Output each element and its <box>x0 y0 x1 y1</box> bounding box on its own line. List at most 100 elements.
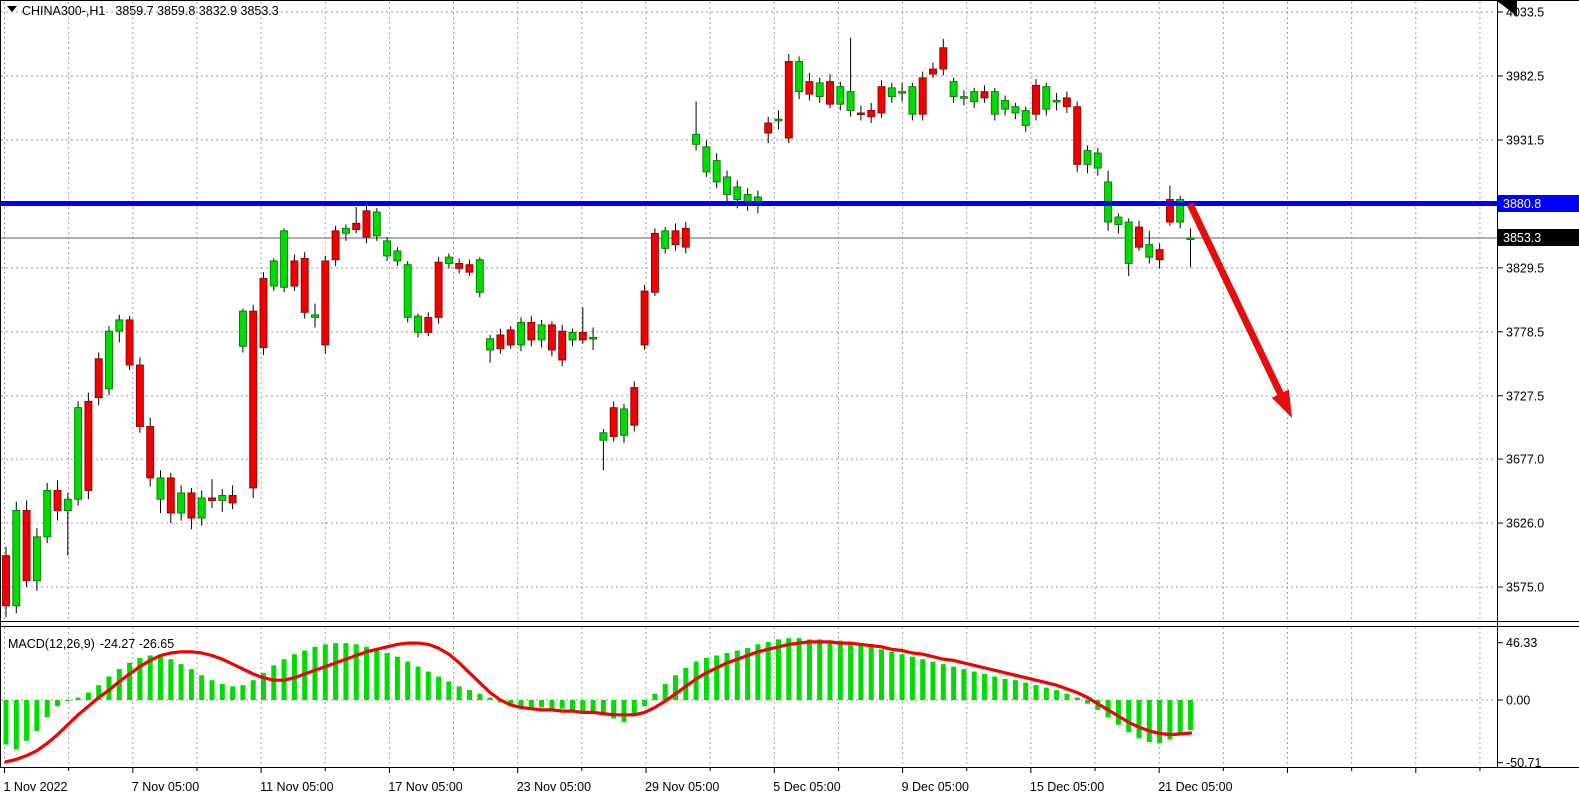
candle <box>1084 146 1091 174</box>
macd-histogram-bar <box>24 700 29 741</box>
macd-histogram-bar <box>457 686 462 700</box>
candle <box>662 227 669 253</box>
blue-price-badge: 3880.8 <box>1498 195 1579 212</box>
candle <box>1002 95 1009 115</box>
candle <box>548 321 555 356</box>
macd-histogram-bar <box>477 694 482 700</box>
macd-histogram-bar <box>807 639 812 700</box>
macd-histogram-bar <box>1013 680 1018 700</box>
candle <box>631 381 638 431</box>
candle <box>724 171 731 206</box>
price-tick-label: 3626.0 <box>1506 517 1544 531</box>
macd-histogram-bar <box>1034 685 1039 700</box>
candle <box>260 272 267 355</box>
price-axis[interactable]: 4033.53982.53931.53829.53778.53727.53677… <box>1497 6 1544 771</box>
candle <box>1053 93 1060 111</box>
arrow-object[interactable] <box>1190 204 1292 418</box>
macd-histogram-bar <box>189 669 194 700</box>
macd-histogram-bar <box>992 677 997 700</box>
candle <box>353 207 360 233</box>
candle <box>239 309 246 353</box>
macd-histogram-bar <box>539 700 544 707</box>
time-tick-label: 29 Nov 05:00 <box>645 780 719 794</box>
candle <box>75 401 82 505</box>
macd-histogram-bar <box>385 653 390 700</box>
candle <box>806 73 813 101</box>
candle <box>600 429 607 470</box>
macd-histogram-bar <box>405 662 410 700</box>
candle <box>991 88 998 121</box>
candle <box>301 252 308 318</box>
macd-histogram-bar <box>663 684 668 700</box>
macd-histogram-bar <box>869 647 874 700</box>
macd-histogram-bar <box>797 638 802 700</box>
macd-histogram-bar <box>343 643 348 700</box>
last-price-badge: 3853.3 <box>1498 229 1579 246</box>
macd-histogram-bar <box>838 641 843 700</box>
candle <box>909 83 916 121</box>
macd-histogram-bar <box>1126 700 1131 732</box>
candle <box>672 223 679 251</box>
macd-histogram-bar <box>1023 683 1028 700</box>
candle <box>1033 79 1040 120</box>
candle <box>1125 218 1132 276</box>
macd-indicator <box>4 638 1194 762</box>
candle <box>1177 196 1184 229</box>
candle <box>1136 221 1143 251</box>
macd-histogram-bar <box>354 644 359 700</box>
macd-histogram-bar <box>333 643 338 700</box>
candle <box>291 255 298 291</box>
price-tick-label: 3575.0 <box>1506 581 1544 595</box>
macd-label: MACD(12,26,9)-24.27 -26.65 <box>8 637 174 651</box>
symbol-period-label: CHINA300-,H1 <box>22 4 105 18</box>
macd-histogram-bar <box>1085 700 1090 704</box>
macd-histogram-bar <box>910 657 915 700</box>
candle <box>610 401 617 441</box>
time-tick-label: 21 Dec 05:00 <box>1158 780 1232 794</box>
price-tick-label: 3727.5 <box>1506 389 1544 403</box>
candle <box>713 153 720 188</box>
macd-histogram-bar <box>1157 700 1162 743</box>
macd-histogram-bar <box>76 698 81 700</box>
candle <box>1146 231 1153 264</box>
macd-histogram-bar <box>931 662 936 700</box>
price-tick-label: 3931.5 <box>1506 133 1544 147</box>
macd-histogram-bar <box>127 663 132 700</box>
horizontal-line-object[interactable] <box>0 201 1497 206</box>
trading-chart-window: 4033.53982.53931.53829.53778.53727.53677… <box>0 0 1579 803</box>
macd-name: MACD(12,26,9) <box>8 637 95 651</box>
chart-canvas[interactable]: 4033.53982.53931.53829.53778.53727.53677… <box>0 0 1579 803</box>
macd-histogram-bar <box>972 672 977 700</box>
macd-histogram-bar <box>220 684 225 700</box>
macd-histogram-bar <box>714 655 719 700</box>
macd-histogram-bar <box>529 700 534 707</box>
candle <box>95 352 102 405</box>
time-tick-label: 17 Nov 05:00 <box>388 780 462 794</box>
candle <box>621 404 628 443</box>
macd-histogram-bar <box>426 672 431 700</box>
candle <box>847 38 854 117</box>
candle <box>796 57 803 100</box>
macd-histogram-bar <box>900 654 905 700</box>
pane-splitter[interactable] <box>0 622 1579 627</box>
time-axis[interactable]: 1 Nov 20227 Nov 05:0011 Nov 05:0017 Nov … <box>4 767 1480 794</box>
candle <box>425 312 432 336</box>
macd-histogram-bar <box>725 653 730 700</box>
macd-histogram-bar <box>951 667 956 700</box>
macd-histogram-bar <box>436 677 441 700</box>
macd-histogram-bar <box>580 700 585 711</box>
macd-histogram-bar <box>1075 698 1080 700</box>
candle <box>332 226 339 266</box>
macd-histogram-bar <box>591 700 596 712</box>
candle <box>250 305 257 498</box>
macd-histogram-bar <box>560 700 565 709</box>
candle <box>487 335 494 363</box>
candle <box>415 314 422 338</box>
macd-histogram-bar <box>374 649 379 700</box>
candle <box>930 63 937 78</box>
macd-histogram-bar <box>1147 700 1152 742</box>
candle <box>198 490 205 525</box>
candle <box>1115 213 1122 233</box>
macd-histogram-bar <box>65 700 70 701</box>
candle <box>528 316 535 346</box>
